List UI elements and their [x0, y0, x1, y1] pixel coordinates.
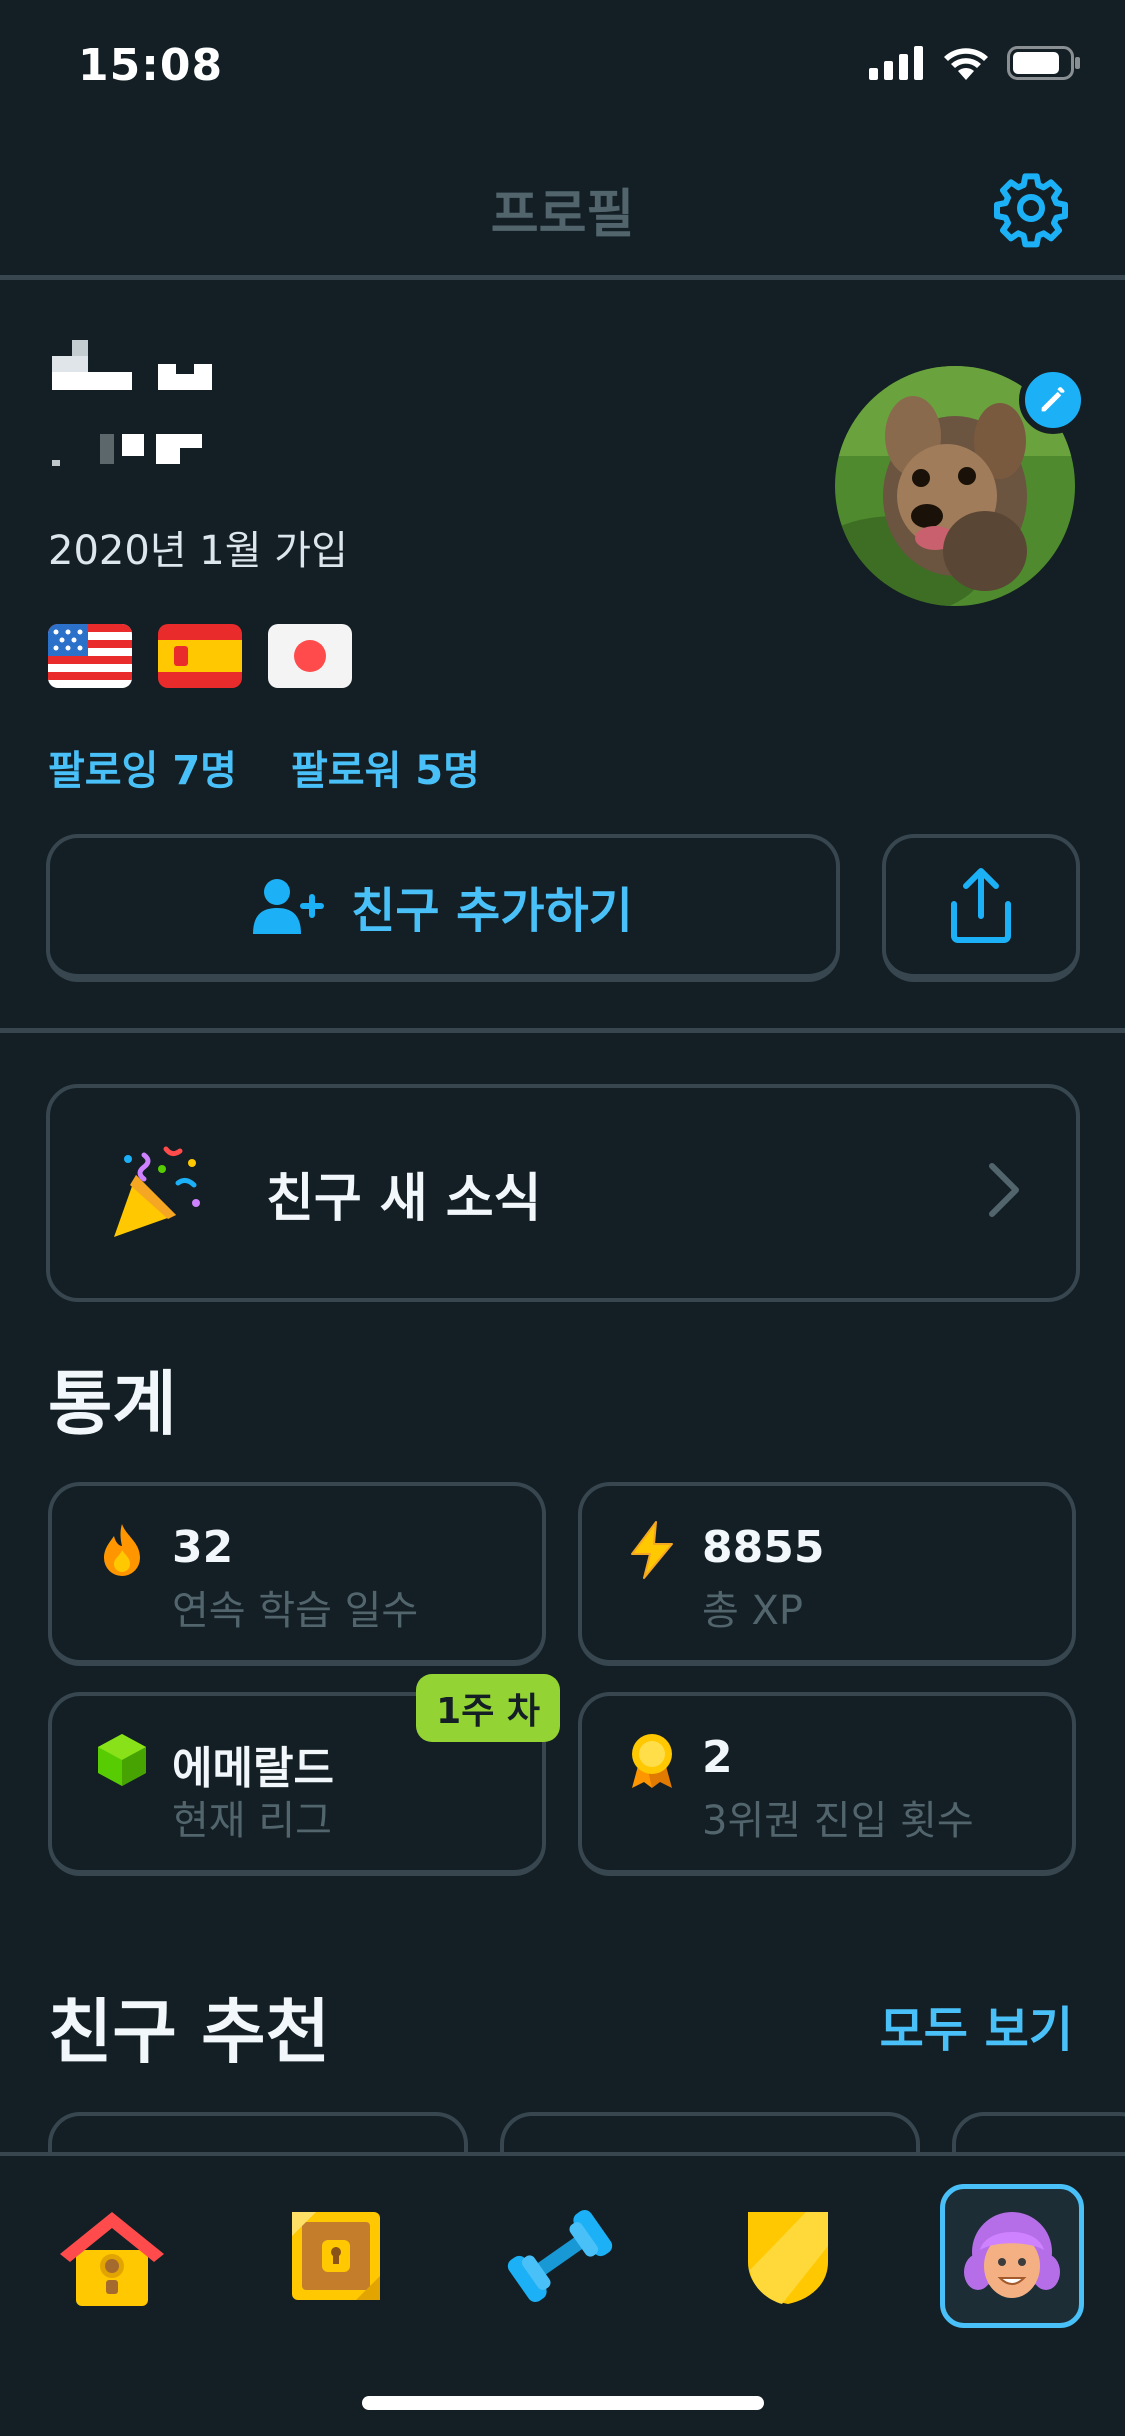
tab-chest[interactable]: [276, 2196, 396, 2316]
friend-news-card[interactable]: 친구 새 소식: [46, 1084, 1080, 1302]
lightning-icon: [631, 1521, 673, 1579]
friend-news-label: 친구 새 소식: [266, 1168, 542, 1229]
xp-value: 8855: [702, 1522, 825, 1573]
profile-avatar-icon: [964, 2212, 1060, 2298]
tab-leagues[interactable]: [728, 2196, 848, 2316]
follow-counts: 팔로잉 7명 팔로워 5명: [48, 738, 480, 796]
pencil-icon: [1041, 387, 1065, 412]
followers-link[interactable]: 팔로워 5명: [291, 738, 480, 796]
settings-button[interactable]: [989, 166, 1073, 250]
share-profile-button[interactable]: [882, 834, 1080, 982]
league-value: 에메랄드: [172, 1743, 334, 1794]
section-divider: [0, 1028, 1125, 1033]
add-user-icon: [253, 879, 325, 934]
xp-label: 총 XP: [702, 1588, 804, 1634]
tab-profile[interactable]: [940, 2184, 1084, 2328]
tab-practice[interactable]: [500, 2196, 620, 2316]
top3-label: 3위권 진입 횟수: [702, 1798, 974, 1844]
gear-icon: [994, 173, 1068, 248]
stat-streak: 32 연속 학습 일수: [48, 1482, 546, 1666]
add-friend-label: 친구 추가하기: [351, 883, 633, 939]
stat-league[interactable]: 에메랄드 현재 리그 1주 차: [48, 1674, 560, 1876]
following-link[interactable]: 팔로잉 7명: [48, 738, 237, 796]
home-icon: [60, 2212, 164, 2306]
stats-title: 통계: [48, 1363, 177, 1445]
share-icon: [951, 868, 1011, 943]
medal-icon: [632, 1734, 672, 1788]
chest-icon: [292, 2212, 380, 2300]
wifi-icon: [944, 48, 988, 80]
tab-bar: [0, 2152, 1125, 2436]
us-flag-icon[interactable]: [48, 624, 132, 688]
dumbbell-icon: [507, 2209, 613, 2303]
profile-avatar[interactable]: [835, 366, 1087, 606]
tab-home[interactable]: [52, 2196, 172, 2316]
streak-value: 32: [172, 1522, 234, 1573]
party-popper-icon: [114, 1146, 200, 1237]
see-all-link[interactable]: 모두 보기: [880, 1990, 1073, 2060]
jp-flag-icon[interactable]: [268, 624, 352, 688]
league-week-badge: 1주 차: [416, 1674, 560, 1742]
language-flags: [48, 624, 352, 688]
suggestions-title: 친구 추천: [48, 1991, 330, 2073]
status-time: 15:08: [78, 40, 224, 91]
cellular-signal-icon: [869, 46, 923, 80]
home-indicator: [362, 2396, 764, 2410]
streak-label: 연속 학습 일수: [172, 1588, 419, 1634]
stat-total-xp: 8855 총 XP: [578, 1482, 1076, 1666]
chevron-right-icon: [989, 1163, 1019, 1217]
shield-icon: [748, 2212, 828, 2304]
battery-icon: [1007, 46, 1080, 80]
fire-icon: [104, 1524, 140, 1576]
status-icons: [869, 46, 1081, 80]
joined-date: 2020년 1월 가입: [48, 528, 348, 574]
stat-top3: 2 3위권 진입 횟수: [578, 1692, 1076, 1876]
league-label: 현재 리그: [172, 1798, 332, 1844]
es-flag-icon[interactable]: [158, 624, 242, 688]
add-friend-button[interactable]: 친구 추가하기: [46, 834, 840, 982]
page-title: 프로필: [490, 185, 635, 245]
header-divider: [0, 275, 1125, 280]
emerald-league-icon: [98, 1734, 146, 1786]
profile-name-redacted: [52, 330, 232, 484]
top3-value: 2: [702, 1732, 733, 1783]
edit-avatar-button[interactable]: [1019, 366, 1087, 434]
